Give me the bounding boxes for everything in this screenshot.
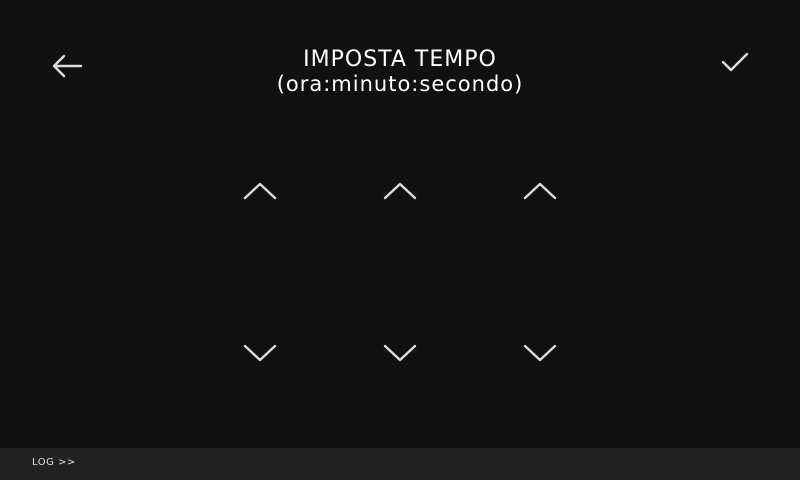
chevron-down-icon xyxy=(523,344,557,362)
hours-decrement-button[interactable] xyxy=(234,333,286,373)
back-button[interactable] xyxy=(44,46,90,86)
page-title: IMPOSTA TEMPO xyxy=(303,47,497,72)
page-subtitle: (ora:minuto:secondo) xyxy=(276,72,524,96)
minutes-decrement-button[interactable] xyxy=(374,333,426,373)
footer-bar: LOG >> xyxy=(0,448,800,480)
seconds-decrement-button[interactable] xyxy=(514,333,566,373)
log-link[interactable]: LOG >> xyxy=(32,457,76,468)
time-setting-screen: IMPOSTA TEMPO (ora:minuto:secondo) LOG >… xyxy=(0,0,800,480)
confirm-button[interactable] xyxy=(712,42,758,82)
hours-increment-button[interactable] xyxy=(234,171,286,211)
seconds-increment-button[interactable] xyxy=(514,171,566,211)
header-title-block: IMPOSTA TEMPO (ora:minuto:secondo) xyxy=(200,47,600,97)
arrow-left-icon xyxy=(52,54,83,78)
chevron-up-icon xyxy=(243,182,277,200)
minutes-increment-button[interactable] xyxy=(374,171,426,211)
chevron-down-icon xyxy=(243,344,277,362)
chevron-down-icon xyxy=(383,344,417,362)
chevron-up-icon xyxy=(523,182,557,200)
chevron-up-icon xyxy=(383,182,417,200)
checkmark-icon xyxy=(721,52,749,72)
